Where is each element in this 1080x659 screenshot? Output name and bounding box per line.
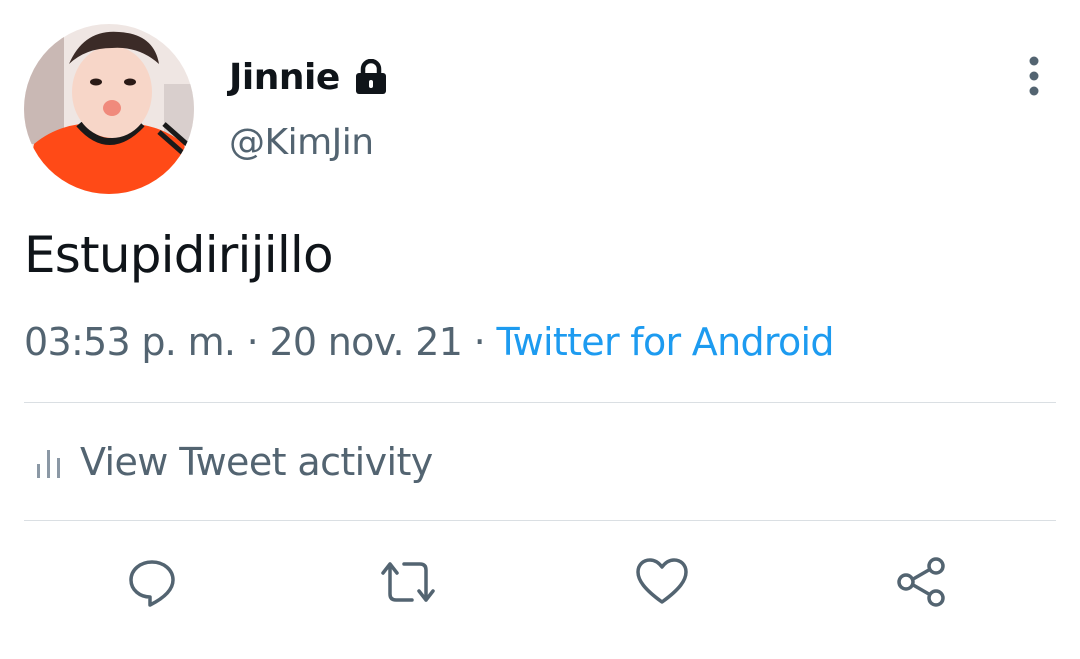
like-button[interactable]: [634, 554, 690, 610]
avatar[interactable]: [24, 24, 194, 194]
retweet-icon: [381, 562, 435, 602]
share-icon: [897, 557, 945, 607]
display-name-row[interactable]: Jinnie: [229, 52, 388, 102]
view-tweet-activity-button[interactable]: View Tweet activity: [34, 436, 433, 488]
meta-separator: ·: [473, 320, 486, 364]
meta-separator: ·: [246, 320, 259, 364]
activity-label: View Tweet activity: [80, 440, 433, 484]
tweet-time[interactable]: 03:53 p. m.: [24, 320, 236, 364]
share-button[interactable]: [894, 554, 950, 610]
divider: [24, 402, 1056, 403]
tweet-date[interactable]: 20 nov. 21: [269, 320, 463, 364]
display-name[interactable]: Jinnie: [229, 57, 340, 98]
tweet-meta: 03:53 p. m. · 20 nov. 21 · Twitter for A…: [24, 320, 835, 364]
tweet-detail: Jinnie @KimJin Estupidirijillo 03:53 p. …: [0, 0, 1080, 659]
divider: [24, 520, 1056, 521]
retweet-button[interactable]: [380, 554, 436, 610]
more-options-button[interactable]: [1014, 54, 1054, 98]
reply-button[interactable]: [124, 554, 180, 610]
bar-chart-icon: [37, 450, 60, 478]
user-handle[interactable]: @KimJin: [229, 122, 374, 163]
tweet-source-link[interactable]: Twitter for Android: [496, 320, 834, 364]
reply-icon: [129, 560, 175, 607]
lock-icon: [354, 58, 388, 95]
tweet-text: Estupidirijillo: [24, 226, 334, 284]
heart-icon: [636, 558, 688, 604]
more-vertical-icon: [1029, 56, 1039, 96]
